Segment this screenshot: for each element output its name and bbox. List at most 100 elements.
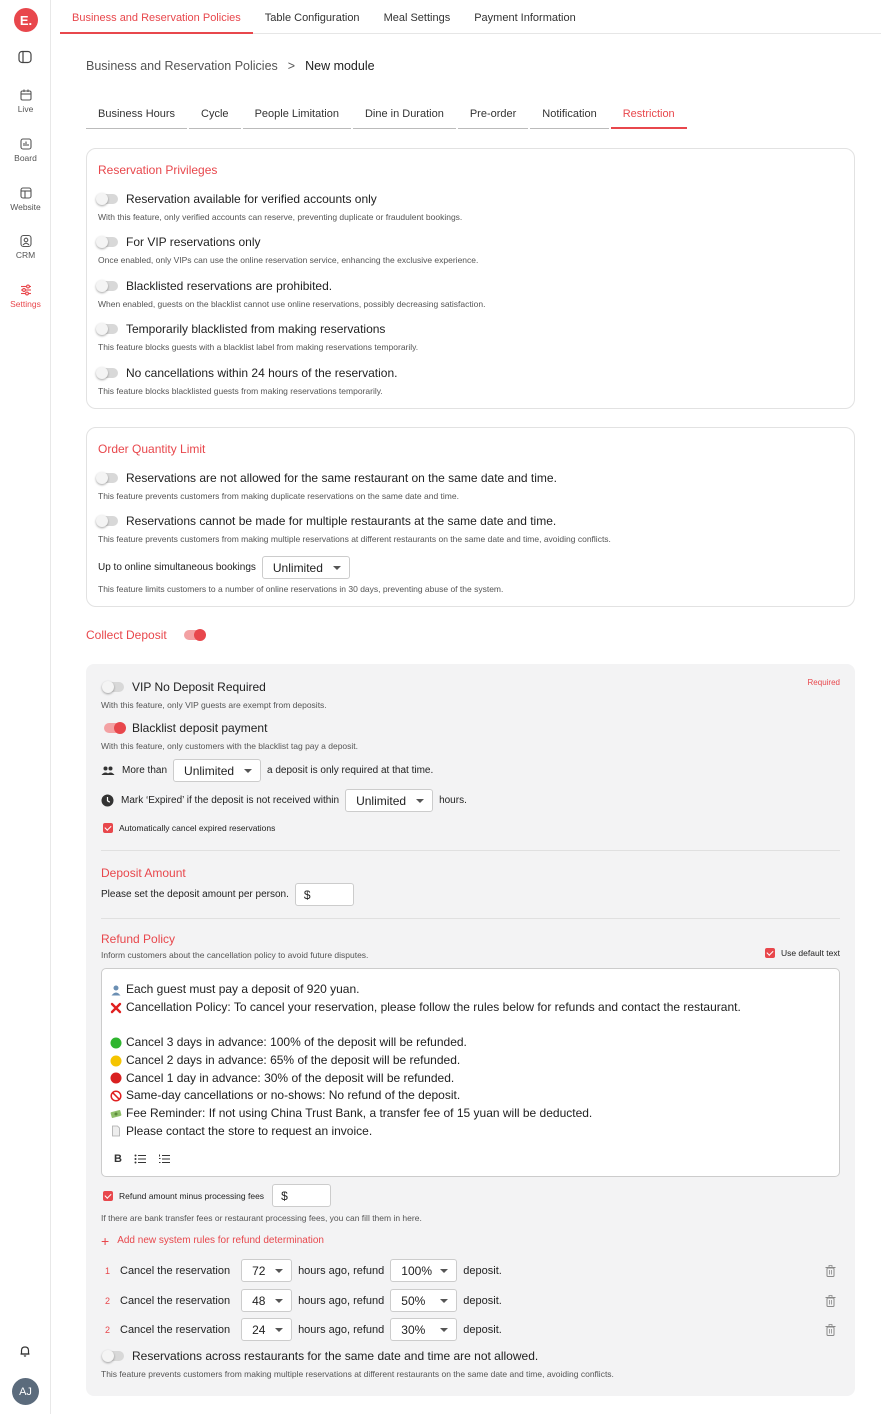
sidebar-item-website[interactable]: Website — [0, 186, 51, 212]
bell-icon[interactable] — [18, 1344, 32, 1363]
tab-dine-in-duration[interactable]: Dine in Duration — [352, 104, 456, 129]
blacklist-prohibited-toggle[interactable] — [96, 280, 118, 292]
caret-down-icon — [440, 1327, 449, 1332]
rule-hours-select[interactable]: 24 — [241, 1318, 293, 1341]
numbered-list-icon[interactable] — [158, 1154, 170, 1164]
more-than-suffix: a deposit is only required at that time. — [267, 765, 434, 776]
top-tab-bar: Business and Reservation Policies Table … — [60, 0, 881, 34]
blacklist-deposit-toggle[interactable] — [104, 722, 126, 734]
option-multiple-restaurants: Reservations cannot be made for multiple… — [96, 514, 611, 544]
refund-policy-editor[interactable]: Each guest must pay a deposit of 920 yua… — [101, 968, 840, 1177]
breadcrumb-parent[interactable]: Business and Reservation Policies — [86, 59, 278, 73]
cross-restaurant-toggle[interactable] — [102, 1350, 124, 1362]
option-no-cancellations: No cancellations within 24 hours of the … — [96, 366, 397, 396]
verified-accounts-toggle[interactable] — [96, 193, 118, 205]
rule-middle: hours ago, refund — [298, 1264, 385, 1277]
auto-cancel-checkbox[interactable] — [103, 823, 113, 833]
tab-restriction[interactable]: Restriction — [610, 104, 687, 129]
trash-icon[interactable] — [825, 1294, 836, 1307]
option-cross-restaurant: Reservations across restaurants for the … — [101, 1349, 614, 1379]
option-label: VIP No Deposit Required — [132, 680, 266, 694]
option-desc: This feature blocks guests with a blackl… — [98, 342, 419, 352]
rule-percent-select[interactable]: 50% — [390, 1289, 458, 1312]
cross-emoji-icon — [110, 1002, 122, 1013]
rule-hours-select[interactable]: 72 — [241, 1259, 293, 1282]
editor-line: Cancel 3 days in advance: 100% of the de… — [110, 1034, 741, 1052]
rule-suffix: deposit. — [463, 1294, 502, 1307]
refund-policy-title: Refund Policy — [101, 932, 176, 946]
collect-deposit-toggle[interactable] — [183, 629, 206, 641]
no-cancellations-toggle[interactable] — [96, 367, 118, 379]
editor-line: Cancel 1 day in advance: 30% of the depo… — [110, 1070, 741, 1088]
tab-cycle[interactable]: Cycle — [189, 104, 241, 129]
tab-table-configuration[interactable]: Table Configuration — [253, 0, 372, 34]
collect-deposit-header: Collect Deposit — [86, 628, 212, 642]
rule-percent-select[interactable]: 30% — [390, 1318, 458, 1341]
deposit-amount-label: Please set the deposit amount per person… — [101, 889, 289, 900]
tab-payment-information[interactable]: Payment Information — [462, 0, 588, 34]
same-restaurant-toggle[interactable] — [96, 472, 118, 484]
refund-fees-input[interactable]: $ — [272, 1184, 332, 1207]
rule-hours-select[interactable]: 48 — [241, 1289, 293, 1312]
trash-icon[interactable] — [825, 1264, 836, 1277]
option-blacklist-deposit: Blacklist deposit payment With this feat… — [101, 721, 358, 751]
divider — [101, 918, 840, 919]
tab-pre-order[interactable]: Pre-order — [457, 104, 529, 129]
vip-only-toggle[interactable] — [96, 236, 118, 248]
select-value: 24 — [252, 1322, 266, 1337]
temporary-blacklist-toggle[interactable] — [96, 323, 118, 335]
settings-icon — [20, 284, 31, 296]
people-icon — [101, 766, 115, 775]
sidebar-item-live[interactable]: Live — [0, 88, 51, 114]
tab-notification[interactable]: Notification — [530, 104, 609, 129]
sidebar-item-crm[interactable]: CRM — [0, 234, 51, 260]
section-title: Order Quantity Limit — [98, 442, 206, 456]
expired-hours-select[interactable]: Unlimited — [345, 789, 434, 812]
rule-percent-select[interactable]: 100% — [390, 1259, 458, 1282]
vip-no-deposit-toggle[interactable] — [102, 681, 124, 693]
yellow-circle-emoji-icon — [110, 1055, 122, 1067]
multiple-restaurants-toggle[interactable] — [96, 515, 118, 527]
clock-icon — [101, 794, 114, 807]
option-desc: This feature prevents customers from mak… — [101, 1369, 614, 1379]
sidebar-item-label: CRM — [15, 250, 36, 260]
app-logo[interactable]: E. — [14, 8, 38, 32]
deposit-amount-input[interactable]: $ — [294, 883, 354, 906]
tab-business-hours[interactable]: Business Hours — [86, 104, 188, 129]
option-desc: This feature limits customers to a numbe… — [98, 584, 504, 594]
rule-number: 2 — [105, 1295, 111, 1306]
more-than-select[interactable]: Unlimited — [173, 759, 262, 782]
trash-icon[interactable] — [825, 1323, 836, 1336]
option-label: For VIP reservations only — [126, 235, 261, 249]
rule-middle: hours ago, refund — [298, 1294, 385, 1307]
tab-meal-settings[interactable]: Meal Settings — [372, 0, 463, 34]
option-same-restaurant: Reservations are not allowed for the sam… — [96, 471, 557, 501]
use-default-checkbox[interactable] — [764, 948, 775, 958]
refund-rule-row: 2 Cancel the reservation 48 hours ago, r… — [101, 1289, 840, 1312]
add-rule-button[interactable]: + Add new system rules for refund determ… — [101, 1232, 324, 1249]
tab-business-policies[interactable]: Business and Reservation Policies — [60, 0, 253, 34]
use-default-label: Use default text — [780, 948, 840, 958]
simultaneous-bookings-select[interactable]: Unlimited — [261, 556, 350, 579]
avatar[interactable]: AJ — [12, 1378, 39, 1405]
sidebar-item-settings[interactable]: Settings — [0, 283, 51, 309]
option-label: Temporarily blacklisted from making rese… — [126, 322, 386, 336]
refund-fees-checkbox[interactable] — [103, 1190, 113, 1201]
add-rule-label: Add new system rules for refund determin… — [117, 1235, 324, 1246]
tab-people-limitation[interactable]: People Limitation — [242, 104, 351, 129]
section-title: Reservation Privileges — [98, 163, 218, 177]
sidebar-toggle-icon[interactable] — [18, 50, 32, 69]
plus-icon: + — [101, 1232, 110, 1249]
editor-content: Each guest must pay a deposit of 920 yua… — [110, 981, 741, 1140]
bold-button[interactable]: B — [114, 1153, 122, 1165]
sidebar-item-board[interactable]: Board — [0, 137, 51, 163]
divider — [101, 850, 840, 851]
website-icon — [19, 187, 32, 199]
green-circle-emoji-icon — [110, 1037, 122, 1049]
more-than-prefix: More than — [122, 765, 168, 776]
option-label: Reservations are not allowed for the sam… — [126, 471, 557, 485]
auto-cancel-label: Automatically cancel expired reservation… — [119, 823, 276, 833]
bullet-list-icon[interactable] — [134, 1154, 146, 1164]
calendar-icon — [19, 89, 32, 101]
option-desc: With this feature, only VIP guests are e… — [101, 700, 327, 710]
